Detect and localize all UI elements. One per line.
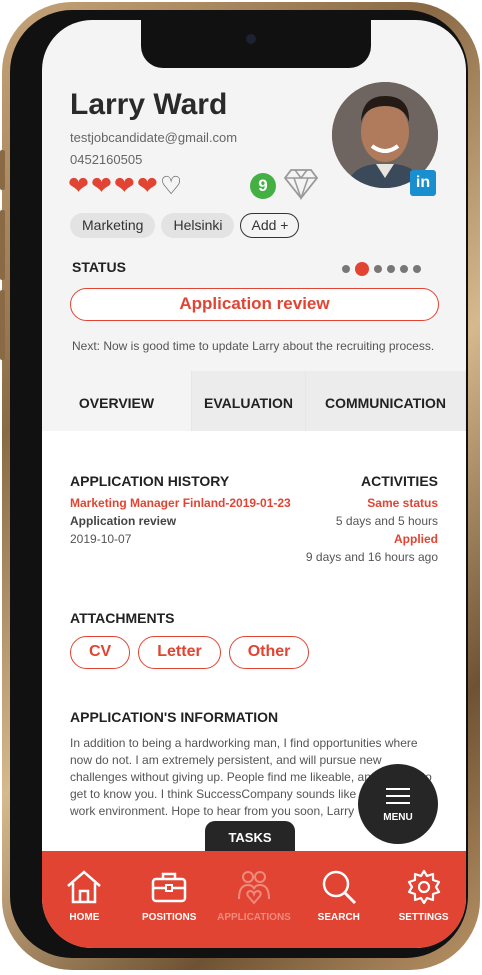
- heart-filled-icon[interactable]: ❤: [68, 172, 89, 200]
- screen: Larry Ward testjobcandidate@gmail.com 04…: [42, 20, 466, 948]
- nav-label: POSITIONS: [141, 912, 197, 923]
- nav-applications[interactable]: APPLICATIONS: [212, 851, 297, 948]
- tab-overview[interactable]: OVERVIEW: [42, 371, 192, 431]
- nav-positions[interactable]: POSITIONS: [127, 851, 212, 948]
- step-dot-active[interactable]: [355, 262, 369, 276]
- activity-label: Same status: [367, 496, 438, 510]
- nav-label: APPLICATIONS: [217, 912, 291, 923]
- attachments-title: ATTACHMENTS: [70, 610, 175, 626]
- tag-list: Marketing Helsinki Add +: [70, 213, 300, 238]
- attachment-list: CV Letter Other: [70, 636, 310, 669]
- search-icon: [322, 870, 356, 905]
- tab-communication[interactable]: COMMUNICATION: [306, 371, 466, 431]
- activity-time: 5 days and 5 hours: [335, 514, 438, 528]
- menu-button[interactable]: MENU: [358, 764, 438, 844]
- menu-label: MENU: [383, 812, 413, 823]
- info-title: APPLICATION'S INFORMATION: [70, 709, 279, 725]
- status-step-indicator: [342, 262, 421, 276]
- heart-empty-icon[interactable]: ♡: [160, 172, 182, 200]
- candidate-email[interactable]: testjobcandidate@gmail.com: [70, 130, 237, 145]
- volume-down-button: [0, 290, 5, 360]
- history-position-link[interactable]: Marketing Manager Finland-2019-01-23: [70, 496, 291, 510]
- heart-filled-icon[interactable]: ❤: [91, 172, 112, 200]
- heart-filled-icon[interactable]: ❤: [137, 172, 158, 200]
- candidate-name: Larry Ward: [70, 88, 228, 121]
- tasks-tab[interactable]: TASKS: [205, 821, 295, 855]
- status-label: STATUS: [72, 259, 126, 275]
- attachment-letter-button[interactable]: Letter: [138, 636, 221, 669]
- volume-up-button: [0, 210, 5, 280]
- nav-label: HOME: [69, 912, 100, 923]
- step-dot[interactable]: [374, 265, 382, 273]
- next-step-note: Next: Now is good time to update Larry a…: [72, 339, 435, 353]
- nav-label: SETTINGS: [398, 912, 449, 923]
- people-heart-icon: [237, 871, 270, 905]
- add-tag-button[interactable]: Add +: [240, 213, 300, 238]
- attachment-other-button[interactable]: Other: [228, 636, 310, 669]
- candidate-phone[interactable]: 0452160505: [70, 152, 142, 167]
- history-title: APPLICATION HISTORY: [70, 473, 230, 489]
- home-icon: [67, 870, 102, 904]
- activities-title: ACTIVITIES: [360, 473, 438, 489]
- history-stage: Application review: [70, 514, 177, 528]
- activity-time: 9 days and 16 hours ago: [305, 550, 438, 564]
- tag-chip[interactable]: Marketing: [70, 213, 156, 238]
- briefcase-icon: [151, 872, 187, 903]
- menu-icon: [386, 788, 410, 809]
- activity-label: Applied: [394, 532, 438, 546]
- history-date: 2019-10-07: [70, 532, 132, 546]
- heart-filled-icon[interactable]: ❤: [114, 172, 135, 200]
- score-badge: 9: [250, 173, 276, 199]
- step-dot[interactable]: [387, 265, 395, 273]
- camera: [246, 34, 256, 44]
- gear-icon: [407, 869, 440, 905]
- nav-settings[interactable]: SETTINGS: [381, 851, 466, 948]
- nav-label: SEARCH: [317, 912, 360, 923]
- notch: [141, 20, 371, 68]
- status-button[interactable]: Application review: [70, 288, 439, 321]
- diamond-icon[interactable]: [283, 168, 319, 200]
- candidate-profile: Larry Ward testjobcandidate@gmail.com 04…: [42, 20, 466, 948]
- step-dot[interactable]: [400, 265, 408, 273]
- nav-home[interactable]: HOME: [42, 851, 127, 948]
- attachment-cv-button[interactable]: CV: [70, 636, 131, 669]
- step-dot[interactable]: [342, 265, 350, 273]
- step-dot[interactable]: [413, 265, 421, 273]
- linkedin-icon[interactable]: in: [410, 170, 436, 196]
- nav-search[interactable]: SEARCH: [296, 851, 381, 948]
- mute-switch: [0, 150, 5, 190]
- bottom-nav: HOME POSITIONS APPLICATIONS SEARCH SETTI…: [42, 851, 466, 948]
- tag-chip[interactable]: Helsinki: [161, 213, 235, 238]
- rating-hearts[interactable]: ❤ ❤ ❤ ❤ ♡: [68, 172, 182, 200]
- tab-evaluation[interactable]: EVALUATION: [192, 371, 306, 431]
- tab-bar: OVERVIEW EVALUATION COMMUNICATION: [42, 371, 466, 431]
